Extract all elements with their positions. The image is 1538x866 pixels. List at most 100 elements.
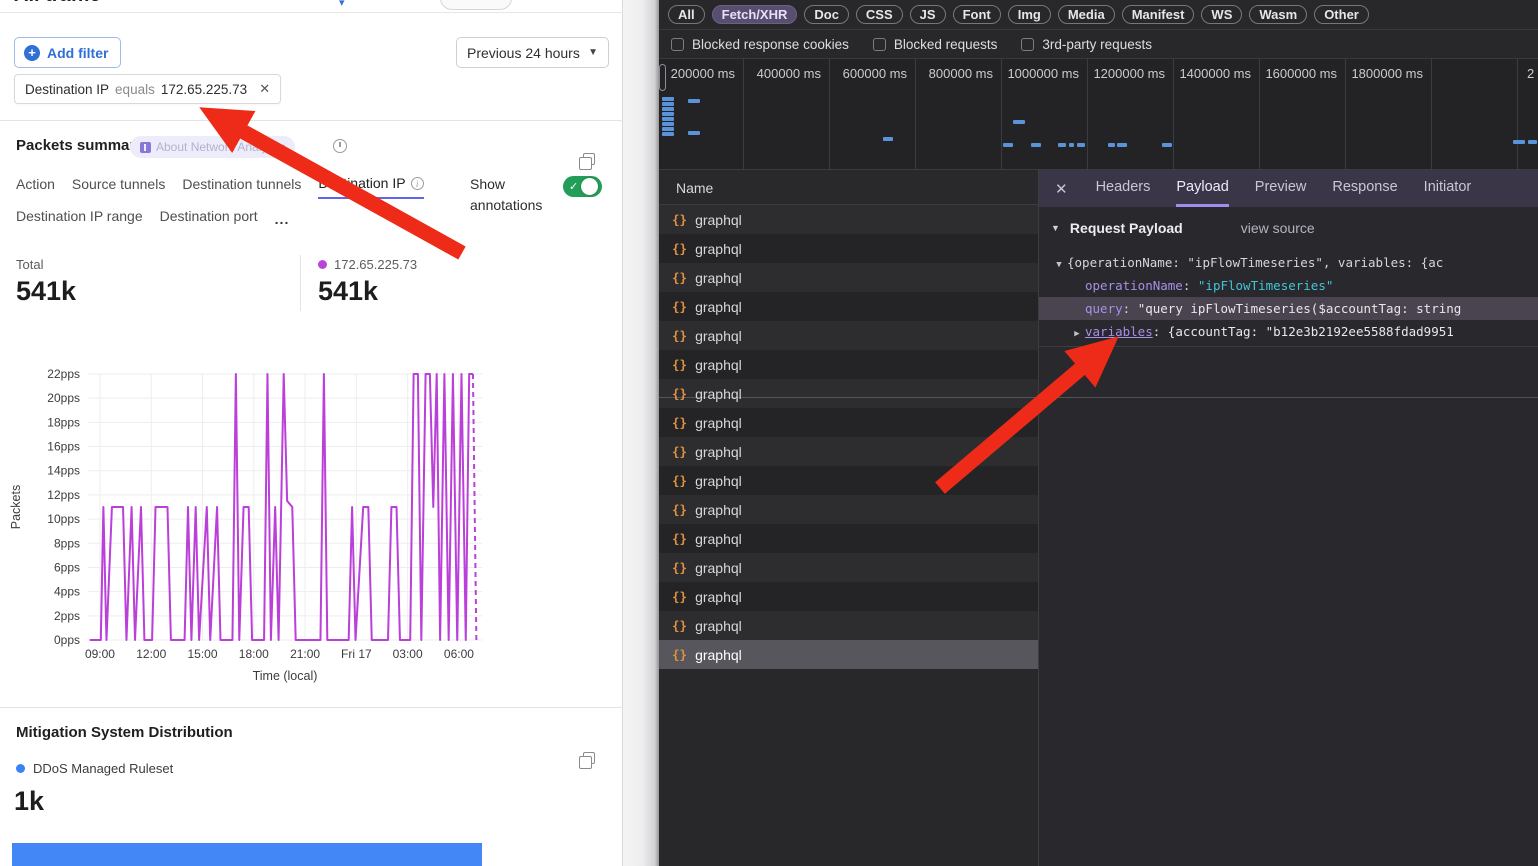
filter-chip-font[interactable]: Font xyxy=(953,5,1001,24)
filter-chip-all[interactable]: All xyxy=(668,5,705,24)
json-file-icon: {} xyxy=(672,618,687,633)
request-row[interactable]: {}graphql xyxy=(659,350,1038,379)
chevron-down-icon: ▼ xyxy=(588,47,598,58)
payload-line[interactable]: query: "query ipFlowTimeseries($accountT… xyxy=(1039,297,1538,320)
request-row[interactable]: {}graphql xyxy=(659,611,1038,640)
request-row[interactable]: {}graphql xyxy=(659,495,1038,524)
view-source-link[interactable]: view source xyxy=(1241,220,1315,236)
triangle-icon[interactable]: ▼ xyxy=(1051,254,1067,274)
tab-destination-ip[interactable]: Destination IPi xyxy=(318,175,423,199)
payload-line[interactable]: ▶variables: {accountTag: "b12e3b2192ee55… xyxy=(1039,320,1538,343)
clipped-header-button[interactable] xyxy=(440,0,512,10)
filter-chip-img[interactable]: Img xyxy=(1008,5,1051,24)
stat-divider xyxy=(300,255,301,311)
payload-token: variables xyxy=(1085,324,1153,339)
tab-action[interactable]: Action xyxy=(16,176,55,198)
waterfall-mark xyxy=(662,107,674,111)
copy-panel-icon[interactable] xyxy=(583,153,595,165)
tab-destination-ip-range[interactable]: Destination IP range xyxy=(16,208,143,230)
tab-response[interactable]: Response xyxy=(1332,170,1397,207)
request-row[interactable]: {}graphql xyxy=(659,408,1038,437)
request-payload-title: Request Payload xyxy=(1070,220,1183,236)
history-clock-icon[interactable] xyxy=(333,139,347,153)
filter-chip-css[interactable]: CSS xyxy=(856,5,903,24)
waterfall-mark xyxy=(1162,143,1172,147)
tab-payload[interactable]: Payload xyxy=(1176,170,1228,207)
close-icon[interactable]: ✕ xyxy=(1055,180,1068,198)
header-divider xyxy=(0,12,623,13)
tab-destination-tunnels[interactable]: Destination tunnels xyxy=(182,176,301,198)
tab-initiator[interactable]: Initiator xyxy=(1424,170,1472,207)
triangle-icon[interactable]: ▶ xyxy=(1069,323,1085,343)
tab-destination-port[interactable]: Destination port xyxy=(160,208,258,230)
json-file-icon: {} xyxy=(672,589,687,604)
request-row[interactable]: {}graphql xyxy=(659,379,1038,408)
time-range-select[interactable]: Previous 24 hours ▼ xyxy=(456,37,609,68)
filter-chip-doc[interactable]: Doc xyxy=(804,5,849,24)
request-row[interactable]: {}graphql xyxy=(659,437,1038,466)
request-row[interactable]: {}graphql xyxy=(659,234,1038,263)
tabs-overflow-button[interactable]: ... xyxy=(275,211,290,227)
checkbox-blocked-response-cookies[interactable]: Blocked response cookies xyxy=(671,37,849,52)
analytics-panel: All traffic ▾ + Add filter Previous 24 h… xyxy=(0,0,623,866)
add-filter-button[interactable]: + Add filter xyxy=(14,37,121,68)
stat-total-value: 541k xyxy=(16,276,76,307)
waterfall-mark xyxy=(1108,143,1115,147)
copy-panel-icon[interactable] xyxy=(583,752,595,764)
filter-chip-fetch-xhr[interactable]: Fetch/XHR xyxy=(712,5,798,24)
request-row[interactable]: {}graphql xyxy=(659,466,1038,495)
request-row[interactable]: {}graphql xyxy=(659,553,1038,582)
name-column-header[interactable]: Name xyxy=(659,172,1038,205)
waterfall-mark xyxy=(1077,143,1085,147)
payload-token: : xyxy=(1123,301,1138,316)
filter-chip-ws[interactable]: WS xyxy=(1201,5,1242,24)
filter-chip-wasm[interactable]: Wasm xyxy=(1249,5,1307,24)
request-row[interactable]: {}graphql xyxy=(659,292,1038,321)
hairline-artifact xyxy=(659,397,1538,398)
request-row[interactable]: {}graphql xyxy=(659,205,1038,234)
svg-text:03:00: 03:00 xyxy=(393,647,423,661)
checkbox-icon xyxy=(1021,38,1034,51)
payload-line[interactable]: operationName: "ipFlowTimeseries" xyxy=(1039,274,1538,297)
svg-text:2pps: 2pps xyxy=(54,609,80,623)
request-row[interactable]: {}graphql xyxy=(659,263,1038,292)
about-network-analytics-badge[interactable]: About Network Analytics xyxy=(130,136,295,158)
network-overview-timeline[interactable]: 200000 ms400000 ms600000 ms800000 ms1000… xyxy=(659,58,1538,170)
book-icon xyxy=(140,142,151,153)
triangle-down-icon[interactable]: ▼ xyxy=(1051,223,1060,233)
request-type-filter-bar: All Fetch/XHR Doc CSS JS Font Img Media Manifest… xyxy=(659,0,1538,29)
json-file-icon: {} xyxy=(672,502,687,517)
payload-token: : xyxy=(1183,278,1198,293)
stat-total-label: Total xyxy=(16,257,43,272)
checkbox-3rd-party-requests[interactable]: 3rd-party requests xyxy=(1021,37,1152,52)
payload-line[interactable]: ▼{operationName: "ipFlowTimeseries", var… xyxy=(1039,251,1538,274)
tab-source-tunnels[interactable]: Source tunnels xyxy=(72,176,165,198)
stat-ip-label: 172.65.225.73 xyxy=(334,257,417,272)
packets-summary-title: Packets summary xyxy=(16,137,144,154)
filter-chip-manifest[interactable]: Manifest xyxy=(1122,5,1195,24)
request-row[interactable]: {}graphql xyxy=(659,582,1038,611)
tab-headers[interactable]: Headers xyxy=(1096,170,1151,207)
remove-filter-icon[interactable]: ✕ xyxy=(259,81,270,97)
request-name: graphql xyxy=(695,357,742,373)
svg-text:15:00: 15:00 xyxy=(188,647,218,661)
filter-chip-other[interactable]: Other xyxy=(1314,5,1369,24)
checkbox-blocked-requests[interactable]: Blocked requests xyxy=(873,37,998,52)
request-name: graphql xyxy=(695,328,742,344)
checkbox-label: Blocked requests xyxy=(894,37,998,52)
request-row[interactable]: {}graphql xyxy=(659,524,1038,553)
json-file-icon: {} xyxy=(672,444,687,459)
requests-list-panel: Name {}graphql{}graphql{}graphql{}graphq… xyxy=(659,170,1038,866)
request-row[interactable]: {}graphql xyxy=(659,321,1038,350)
show-annotations-toggle[interactable]: ✓ xyxy=(563,176,602,197)
name-column-label: Name xyxy=(676,180,713,196)
filter-chip-js[interactable]: JS xyxy=(910,5,946,24)
timeline-label: 200000 ms xyxy=(661,66,735,81)
payload-token: "query ipFlowTimeseries($accountTag: str… xyxy=(1138,301,1462,316)
json-file-icon: {} xyxy=(672,386,687,401)
active-filter-chip[interactable]: Destination IP equals 172.65.225.73 ✕ xyxy=(14,74,281,104)
time-range-label: Previous 24 hours xyxy=(467,45,580,61)
tab-preview[interactable]: Preview xyxy=(1255,170,1307,207)
request-row[interactable]: {}graphql xyxy=(659,640,1038,669)
filter-chip-media[interactable]: Media xyxy=(1058,5,1115,24)
